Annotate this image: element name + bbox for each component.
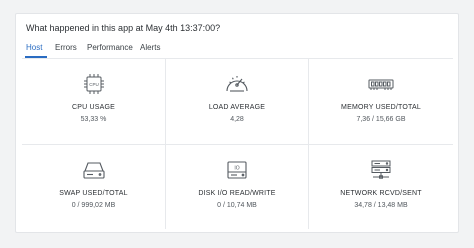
metric-value: 7,36 / 15,66 GB bbox=[356, 116, 406, 123]
gauge-icon bbox=[222, 73, 252, 95]
metric-label: DISK I/O READ/WRITE bbox=[198, 190, 276, 197]
server-icon bbox=[366, 159, 396, 181]
tab-performance[interactable]: Performance bbox=[87, 43, 133, 52]
metric-label: MEMORY USED/TOTAL bbox=[341, 104, 421, 111]
metric-value: 53,33 % bbox=[80, 116, 107, 123]
disk-io-icon-text: IO bbox=[234, 166, 239, 172]
cpu-icon-text: CPU bbox=[89, 82, 99, 87]
metrics-grid: CPU CPU USAGE 53,33 % LOAD AVERAGE 4,28 … bbox=[22, 58, 453, 229]
metric-value: 34,78 / 13,48 MB bbox=[354, 202, 408, 209]
metric-cpu-usage: CPU CPU USAGE 53,33 % bbox=[22, 59, 165, 144]
metric-disk-io: IO DISK I/O READ/WRITE 0 / 10,74 MB bbox=[165, 144, 308, 229]
cpu-icon: CPU bbox=[79, 73, 109, 95]
tab-alerts[interactable]: Alerts bbox=[140, 43, 160, 52]
tab-bar: Host Errors Performance Alerts bbox=[16, 41, 458, 58]
metric-network: NETWORK RCVD/SENT 34,78 / 13,48 MB bbox=[308, 144, 453, 229]
metric-value: 4,28 bbox=[230, 116, 244, 123]
disk-io-icon: IO bbox=[222, 159, 252, 181]
tab-host[interactable]: Host bbox=[26, 43, 42, 52]
metric-value: 0 / 10,74 MB bbox=[217, 202, 257, 209]
metric-label: CPU USAGE bbox=[71, 104, 116, 111]
metric-load-average: LOAD AVERAGE 4,28 bbox=[165, 59, 308, 144]
metric-swap: SWAP USED/TOTAL 0 / 999,02 MB bbox=[22, 144, 165, 229]
metric-value: 0 / 999,02 MB bbox=[71, 202, 116, 209]
metric-label: SWAP USED/TOTAL bbox=[59, 190, 128, 197]
memory-icon bbox=[366, 73, 396, 95]
tab-errors[interactable]: Errors bbox=[55, 43, 77, 52]
metric-label: LOAD AVERAGE bbox=[208, 104, 266, 111]
metric-label: NETWORK RCVD/SENT bbox=[340, 190, 422, 197]
metric-memory: MEMORY USED/TOTAL 7,36 / 15,66 GB bbox=[308, 59, 453, 144]
host-metrics-card: What happened in this app at May 4th 13:… bbox=[15, 13, 459, 233]
drive-icon bbox=[79, 159, 109, 181]
page-title: What happened in this app at May 4th 13:… bbox=[26, 23, 221, 33]
